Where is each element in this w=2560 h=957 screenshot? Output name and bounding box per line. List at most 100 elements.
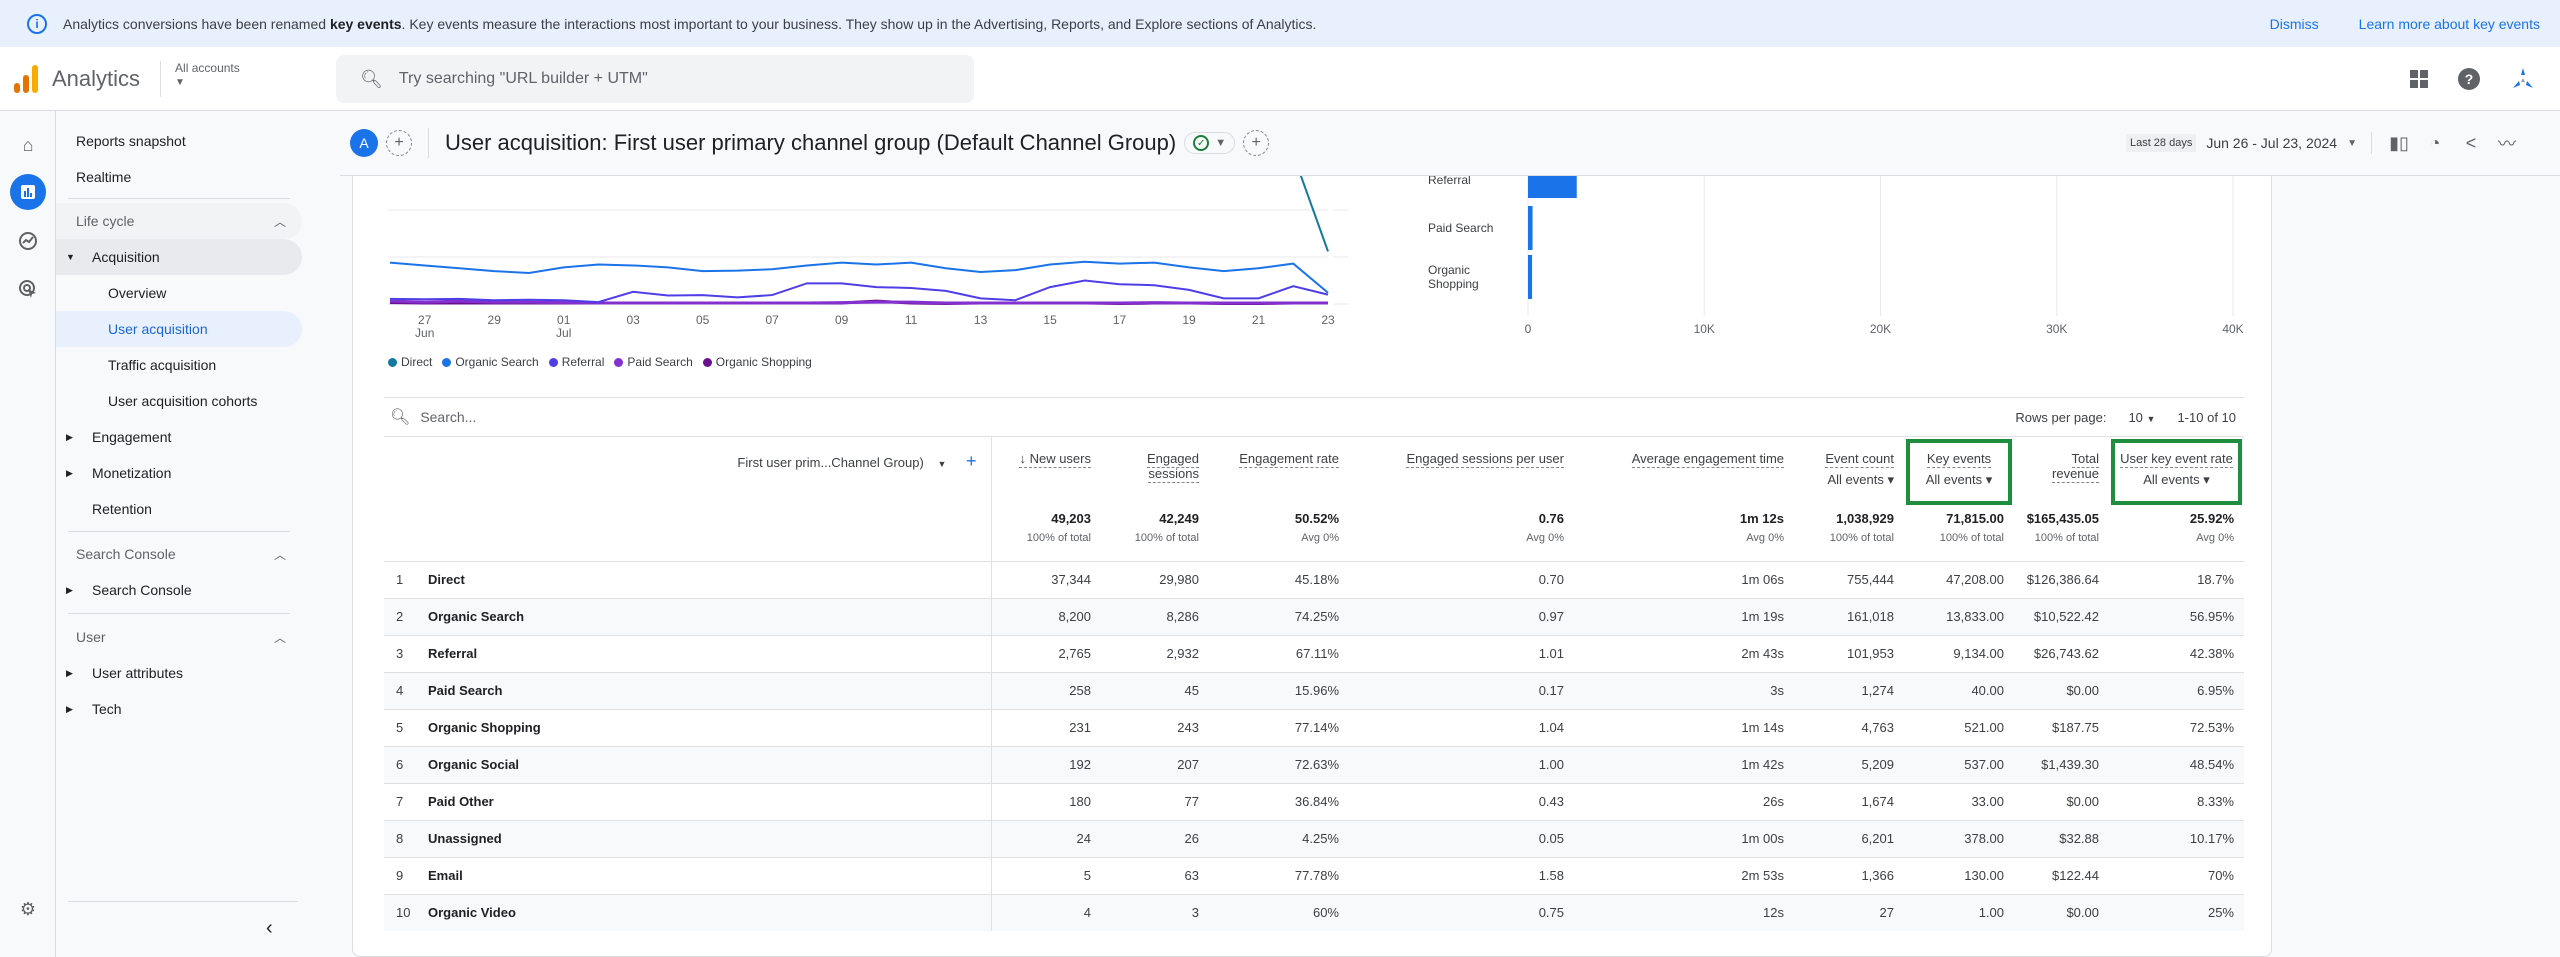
table-row[interactable]: 3 Referral 2,765 2,932 67.11% 1.01 2m 43s 101,9… [384,635,2244,673]
apps-grid-icon[interactable] [2410,70,2428,88]
legend-item[interactable]: Referral [548,355,604,369]
explore-icon[interactable] [10,223,46,259]
x-tick-label: 27 [418,313,432,327]
cell-event-count: 4,763 [1794,709,1904,747]
table-row[interactable]: 1 Direct 37,344 29,980 45.18% 0.70 1m 06s 755,4… [384,561,2244,599]
pagination-range: 1-10 of 10 [2177,409,2236,425]
cell-user-key-event-rate: 6.95% [2109,672,2244,710]
category-label: Shopping [1428,277,1479,291]
event-filter-dropdown[interactable]: All events ▾ [2119,472,2234,488]
channel-name[interactable]: Organic Search [428,598,992,636]
column-header-event-count[interactable]: Event count All events ▾ [1794,437,1904,507]
nav-acquisition[interactable]: ▼ Acquisition [56,239,302,275]
legend-item[interactable]: Paid Search [614,355,693,369]
column-header-key-events[interactable]: Key events All events ▾ [1904,437,2014,507]
table-row[interactable]: 8 Unassigned 24 26 4.25% 0.05 1m 00s 6,201 378.0… [384,820,2244,858]
advertising-icon[interactable] [10,271,46,307]
column-header-engaged-sessions[interactable]: Engaged sessions [1101,437,1209,507]
analytics-logo-icon[interactable] [14,64,38,93]
global-search-input[interactable]: 🔍︎ Try searching "URL builder + UTM" [336,55,974,103]
cell-average-engagement-time: 1m 19s [1574,598,1794,636]
legend-item[interactable]: Direct [388,355,432,369]
report-status-dropdown[interactable]: ✓ ▼ [1184,132,1236,154]
caret-down-icon: ▼ [175,76,185,88]
nav-tech[interactable]: ▶ Tech [56,691,302,727]
cell-new-users: 192 [991,746,1101,784]
learn-more-link[interactable]: Learn more about key events [2359,16,2540,32]
nav-retention[interactable]: Retention [56,491,302,527]
cell-average-engagement-time: 26s [1574,783,1794,821]
channel-name[interactable]: Paid Search [428,672,992,710]
dimension-header[interactable]: First user prim...Channel Group) ▼ + [384,437,992,507]
event-filter-dropdown[interactable]: All events ▾ [1804,472,1895,488]
account-selector[interactable]: All accounts ▼ [160,60,240,97]
insights-icon[interactable]: ◔ [2422,133,2448,154]
nav-engagement[interactable]: ▶ Engagement [56,419,302,455]
nav-section-lifecycle[interactable]: Life cycle ︿ [56,203,302,239]
nav-search-console[interactable]: ▶ Search Console [56,572,302,608]
table-row[interactable]: 9 Email 5 63 77.78% 1.58 2m 53s 1,366 130.00 $122… [384,857,2244,895]
series-line-direct [1299,176,1329,252]
nav-user-acquisition[interactable]: User acquisition [56,311,302,347]
nav-section-search-console[interactable]: Search Console ︿ [56,536,302,572]
nav-overview[interactable]: Overview [56,275,302,311]
nav-user-attributes[interactable]: ▶ User attributes [56,655,302,691]
channel-name[interactable]: Referral [428,635,992,673]
column-header-average-engagement-time[interactable]: Average engagement time [1574,437,1794,507]
nav-user-acquisition-cohorts[interactable]: User acquisition cohorts [56,383,302,419]
table-search-input[interactable]: Search... [420,409,476,425]
rows-per-page-select[interactable]: 10 ▼ [2128,410,2155,425]
cell-engaged-sessions: 243 [1101,709,1209,747]
channel-name[interactable]: Organic Video [428,894,992,931]
cell-new-users: 8,200 [991,598,1101,636]
x-tick-label: 03 [627,313,641,327]
event-filter-dropdown[interactable]: All events ▾ [1914,472,2004,488]
customize-report-icon[interactable]: ▮▯ [2386,133,2412,154]
channel-name[interactable]: Organic Social [428,746,992,784]
table-row[interactable]: 4 Paid Search 258 45 15.96% 0.17 3s 1,274 40.00 $… [384,672,2244,710]
column-header-engaged-sessions-per-user[interactable]: Engaged sessions per user [1349,437,1574,507]
channel-name[interactable]: Organic Shopping [428,709,992,747]
dismiss-button[interactable]: Dismiss [2270,16,2319,32]
nav-monetization[interactable]: ▶ Monetization [56,455,302,491]
legend-label: Organic Search [455,355,539,369]
column-header-total-revenue[interactable]: Total revenue [2014,437,2109,507]
add-filter-button[interactable]: + [1243,130,1270,156]
share-icon[interactable]: < [2458,133,2484,154]
comparison-avatar[interactable]: A [350,129,378,157]
column-header-user-key-event-rate[interactable]: User key event rate All events ▾ [2109,437,2244,507]
legend-item[interactable]: Organic Search [442,355,539,369]
channel-name[interactable]: Unassigned [428,820,992,858]
total-subtext: 100% of total [2034,532,2099,544]
nav-realtime[interactable]: Realtime [56,159,302,195]
home-icon[interactable]: ⌂ [10,127,46,163]
nav-reports-snapshot[interactable]: Reports snapshot [56,123,302,159]
account-avatar-icon[interactable] [2510,66,2536,92]
nav-traffic-acquisition[interactable]: Traffic acquisition [56,347,302,383]
table-row[interactable]: 7 Paid Other 180 77 36.84% 0.43 26s 1,674 33.00 $… [384,783,2244,821]
reports-icon[interactable] [10,174,46,210]
caret-down-icon[interactable]: ▼ [2347,138,2357,149]
table-row[interactable]: 6 Organic Social 192 207 72.63% 1.00 1m 42s 5,2… [384,746,2244,784]
add-comparison-button[interactable]: + [386,130,412,156]
table-row[interactable]: 10 Organic Video 4 3 60% 0.75 12s 27 1.00 $0.00 25… [384,894,2244,931]
top-bar: Analytics All accounts ▼ 🔍︎ Try searchin… [0,47,2560,111]
legend-item[interactable]: Organic Shopping [702,355,812,369]
add-dimension-plus-icon[interactable]: + [966,451,977,471]
channel-name[interactable]: Email [428,857,992,895]
channel-name[interactable]: Paid Other [428,783,992,821]
account-label: All accounts [175,60,240,75]
sparkline-insights-icon[interactable]: 〰 [2494,130,2520,156]
settings-gear-icon[interactable]: ⚙ [10,891,46,927]
collapse-nav-chevron-left-icon[interactable]: ‹ [266,917,273,940]
table-row[interactable]: 2 Organic Search 8,200 8,286 74.25% 0.97 1m 19… [384,598,2244,636]
help-icon[interactable]: ? [2458,68,2480,90]
channel-name[interactable]: Direct [428,561,992,599]
table-row[interactable]: 5 Organic Shopping 231 243 77.14% 1.04 1m 14s 4… [384,709,2244,747]
x-tick-label: 10K [1694,322,1715,336]
cell-user-key-event-rate: 25% [2109,894,2244,931]
nav-section-user[interactable]: User ︿ [56,619,302,655]
date-range-picker[interactable]: Jun 26 - Jul 23, 2024 [2206,135,2337,151]
column-header-engagement-rate[interactable]: Engagement rate [1209,437,1349,507]
column-header-new-users[interactable]: ↓ New users [991,437,1101,507]
